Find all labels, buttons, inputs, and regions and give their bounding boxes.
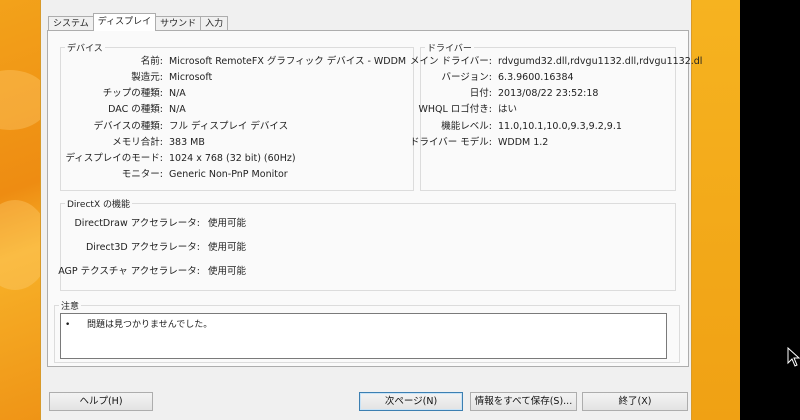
bullet-icon: • (65, 320, 71, 330)
device-row-monitor: モニター: (48, 168, 163, 182)
device-manufacturer-label: 製造元: (131, 72, 163, 83)
next-page-button[interactable]: 次ページ(N) (359, 392, 463, 411)
directdraw-acceleration-value: 使用可能 (208, 218, 247, 229)
dxdiag-dialog: システム ディスプレイ サウンド 入力 デバイス 名前: Microsoft R… (40, 0, 702, 420)
driver-row-feature-levels: 機能レベル: (420, 120, 492, 134)
driver-row-driver-model: ドライバー モデル: (410, 136, 492, 150)
tab-strip: システム ディスプレイ サウンド 入力 (48, 13, 229, 31)
note-item-text: 問題は見つかりませんでした。 (87, 320, 213, 330)
device-name-value: Microsoft RemoteFX グラフィック デバイス - WDDM (169, 56, 407, 67)
device-display-mode-label: ディスプレイのモード: (65, 153, 163, 164)
driver-row-main-driver: メイン ドライバー: (410, 55, 492, 69)
device-chip-type-label: チップの種類: (102, 88, 163, 99)
driver-date-value: 2013/08/22 23:52:18 (498, 88, 599, 99)
device-row-dac-type: DAC の種類: (48, 103, 163, 117)
device-device-type-value: フル ディスプレイ デバイス (169, 121, 289, 132)
driver-row-whql: WHQL ロゴ付き: (418, 103, 492, 117)
direct3d-acceleration-label: Direct3D アクセラレータ: (85, 242, 200, 253)
direct3d-acceleration-value: 使用可能 (208, 242, 247, 253)
tab-display[interactable]: ディスプレイ (92, 13, 157, 31)
driver-driver-model-value: WDDM 1.2 (498, 137, 549, 148)
tab-system[interactable]: システム (48, 16, 94, 31)
device-device-type-label: デバイスの種類: (93, 121, 163, 132)
device-row-display-mode: ディスプレイのモード: (48, 152, 163, 166)
driver-row-version: バージョン: (420, 71, 492, 85)
device-row-device-type: デバイスの種類: (48, 120, 163, 134)
display-tab-panel: デバイス 名前: Microsoft RemoteFX グラフィック デバイス … (47, 30, 702, 367)
directdraw-acceleration-label: DirectDraw アクセラレータ: (74, 218, 200, 229)
note-item: • 問題は見つかりませんでした。 (65, 317, 212, 330)
agp-texture-acceleration-label: AGP テクスチャ アクセラレータ: (58, 266, 200, 277)
device-group-legend: デバイス (67, 44, 103, 54)
agp-texture-acceleration-value: 使用可能 (208, 266, 247, 277)
tab-input[interactable]: 入力 (200, 16, 229, 31)
device-manufacturer-value: Microsoft (169, 72, 213, 83)
driver-main-driver-label: メイン ドライバー: (409, 56, 492, 67)
device-monitor-value: Generic Non-PnP Monitor (169, 169, 288, 180)
desktop-background-left (0, 0, 50, 420)
device-total-memory-value: 383 MB (169, 137, 205, 148)
device-monitor-label: モニター: (121, 169, 163, 180)
driver-feature-levels-label: 機能レベル: (441, 121, 492, 132)
directx-row-agp: AGP テクスチャ アクセラレータ: (48, 265, 200, 279)
device-chip-type-value: N/A (169, 88, 186, 99)
directx-row-directdraw: DirectDraw アクセラレータ: (48, 217, 200, 231)
exit-button[interactable]: 終了(X) (582, 392, 688, 411)
device-row-name: 名前: (48, 55, 163, 69)
device-dac-type-label: DAC の種類: (108, 104, 163, 115)
mouse-cursor-icon (787, 347, 800, 367)
device-row-total-memory: メモリ合計: (48, 136, 163, 150)
device-name-label: 名前: (140, 56, 163, 67)
device-display-mode-value: 1024 x 768 (32 bit) (60Hz) (169, 153, 296, 164)
notes-textbox[interactable]: • 問題は見つかりませんでした。 (60, 313, 667, 359)
directx-features-legend: DirectX の機能 (67, 200, 130, 210)
driver-version-value: 6.3.9600.16384 (498, 72, 574, 83)
device-total-memory-label: メモリ合計: (112, 137, 163, 148)
driver-group-legend: ドライバー (427, 44, 472, 54)
help-button[interactable]: ヘルプ(H) (49, 392, 153, 411)
driver-feature-levels-value: 11.0,10.1,10.0,9.3,9.2,9.1 (498, 121, 622, 132)
tab-sound[interactable]: サウンド (155, 16, 202, 31)
device-row-chip-type: チップの種類: (48, 87, 163, 101)
driver-whql-value: はい (498, 104, 518, 115)
driver-row-date: 日付: (420, 87, 492, 101)
directx-row-direct3d: Direct3D アクセラレータ: (48, 241, 200, 255)
driver-version-label: バージョン: (441, 72, 492, 83)
driver-whql-label: WHQL ロゴ付き: (418, 104, 492, 115)
driver-driver-model-label: ドライバー モデル: (409, 137, 492, 148)
device-row-manufacturer: 製造元: (48, 71, 163, 85)
notes-legend: 注意 (61, 302, 80, 312)
driver-date-label: 日付: (469, 88, 492, 99)
driver-main-driver-value: rdvgumd32.dll,rdvgu1132.dll,rdvgu1132.dl (498, 56, 703, 67)
save-all-information-button[interactable]: 情報をすべて保存(S)... (470, 392, 577, 411)
device-dac-type-value: N/A (169, 104, 186, 115)
